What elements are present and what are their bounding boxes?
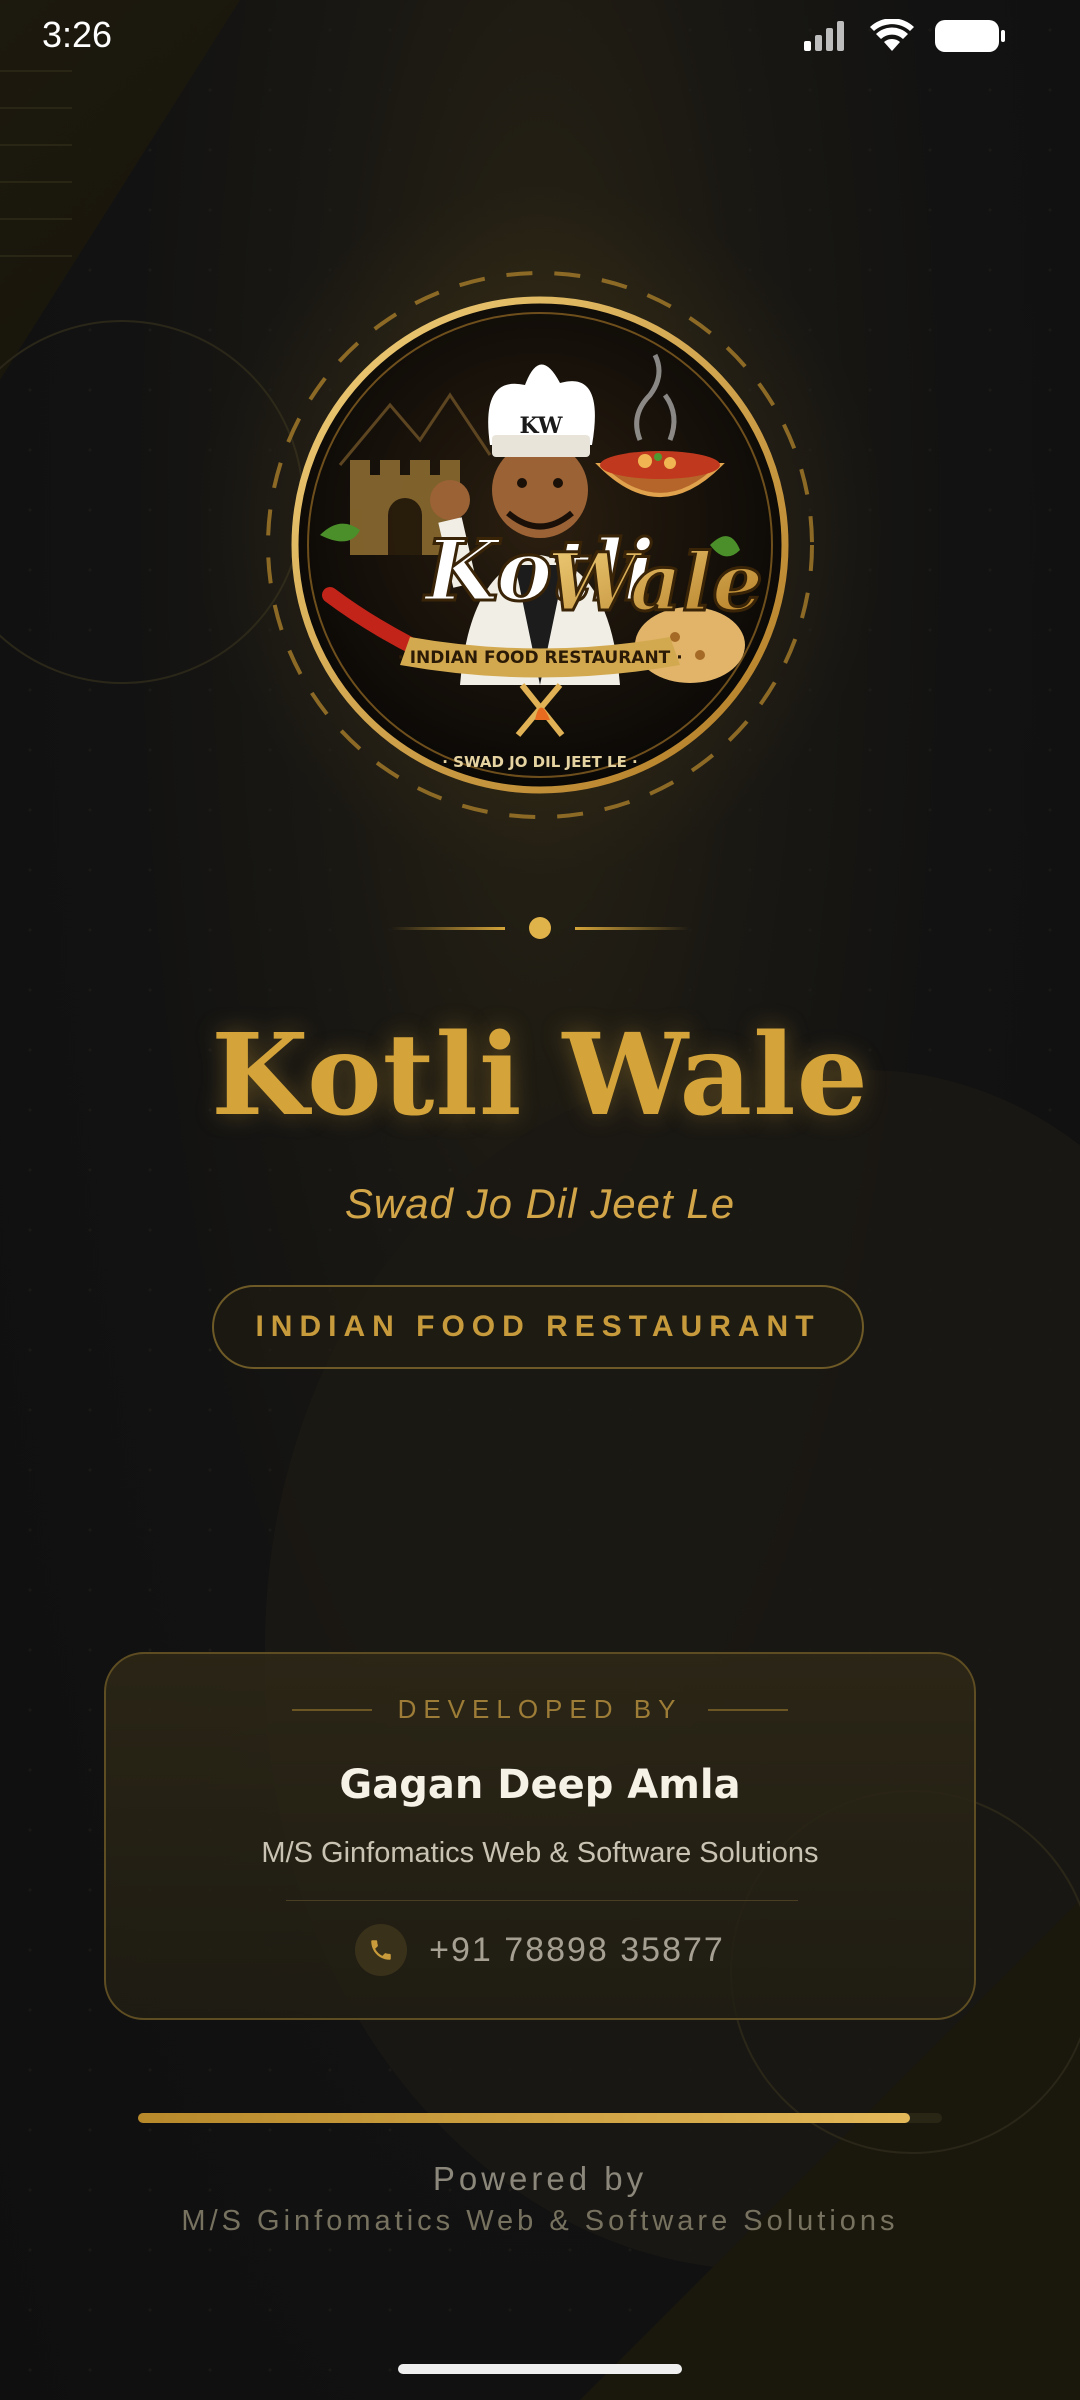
developer-company: M/S Ginfomatics Web & Software Solutions [261, 1837, 819, 1869]
developer-phone[interactable]: +91 78898 35877 [429, 1931, 725, 1970]
svg-text:· INDIAN FOOD RESTAURANT ·: · INDIAN FOOD RESTAURANT · [397, 648, 682, 668]
svg-text:KW: KW [519, 413, 562, 439]
status-icons [802, 18, 1006, 54]
battery-icon [935, 20, 1005, 52]
svg-text:· SWAD JO DIL JEET LE ·: · SWAD JO DIL JEET LE · [442, 753, 638, 771]
ornament-divider [390, 917, 690, 939]
developer-name: Gagan Deep Amla [339, 1762, 741, 1808]
wifi-icon [870, 19, 914, 51]
card-divider [286, 1900, 798, 1901]
developer-card: DEVELOPED BY Gagan Deep Amla M/S Ginfoma… [104, 1652, 976, 2020]
developer-label-row: DEVELOPED BY [106, 1694, 974, 1725]
svg-text:Wale: Wale [547, 535, 763, 629]
loading-progress-fill [138, 2113, 910, 2123]
loading-progress-bar [138, 2113, 942, 2123]
status-bar: 3:26 [0, 0, 1080, 70]
phone-icon [355, 1924, 408, 1976]
background-line-pattern [0, 70, 72, 270]
developer-label: DEVELOPED BY [397, 1694, 683, 1724]
home-indicator[interactable] [398, 2364, 682, 2374]
brand-tagline: Swad Jo Dil Jeet Le [344, 1180, 736, 1227]
phone-glyph [371, 1940, 391, 1960]
status-time: 3:26 [42, 14, 113, 55]
category-badge: INDIAN FOOD RESTAURANT [212, 1285, 864, 1369]
label-line-right [708, 1708, 789, 1711]
restaurant-logo: KW Kotli Wale · INDIAN FOOD RESTAURANT ·… [260, 265, 820, 825]
chef-logo-icon: KW Kotli Wale · INDIAN FOOD RESTAURANT ·… [266, 271, 814, 819]
label-line-left [291, 1708, 372, 1711]
developer-phone-link[interactable]: +91 78898 35877 [106, 1924, 974, 1976]
powered-by-label: Powered by [432, 2160, 648, 2197]
powered-by-company: M/S Ginfomatics Web & Software Solutions [181, 2205, 899, 2237]
brand-title: Kotli Wale [211, 1010, 869, 1141]
splash-screen: 3:26 KW Kotli Wale · INDIAN FOOD RESTAUR… [0, 0, 1080, 2400]
signal-icon [804, 21, 844, 51]
